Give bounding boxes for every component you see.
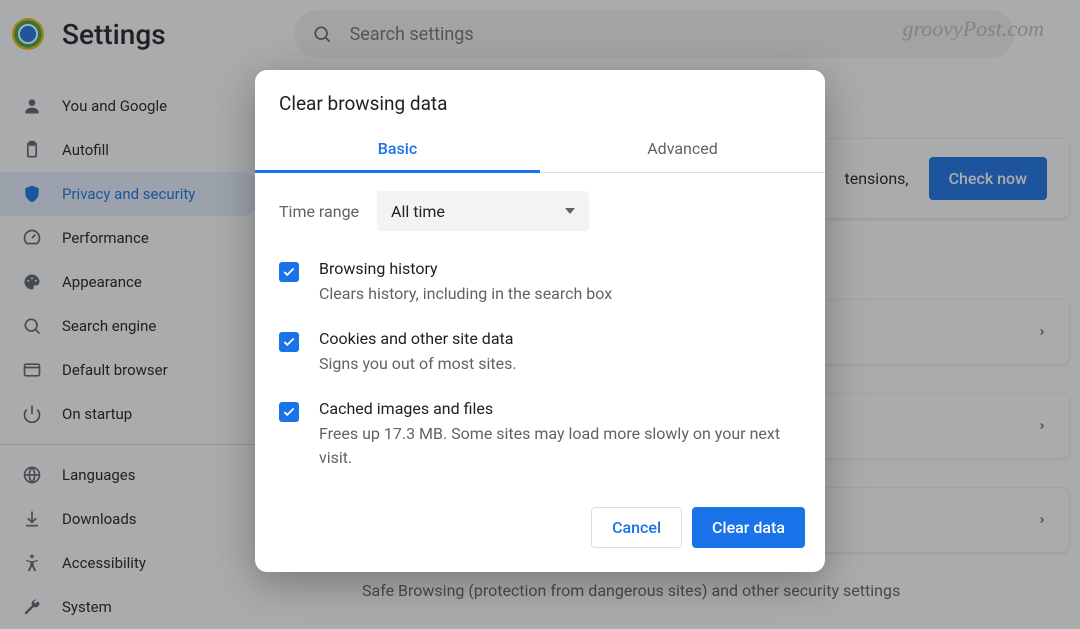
cancel-button[interactable]: Cancel: [591, 507, 682, 548]
clear-option: Cookies and other site data Signs you out…: [279, 319, 801, 389]
option-description: Frees up 17.3 MB. Some sites may load mo…: [319, 422, 789, 468]
checkbox[interactable]: [279, 402, 299, 422]
clear-option: Browsing history Clears history, includin…: [279, 249, 801, 319]
checkbox[interactable]: [279, 332, 299, 352]
time-range-select[interactable]: All time: [377, 191, 589, 231]
modal-scrim: Clear browsing data Basic Advanced Time …: [0, 0, 1080, 629]
tab-basic[interactable]: Basic: [255, 127, 540, 172]
chevron-down-icon: [565, 208, 575, 214]
option-title: Cached images and files: [319, 399, 789, 418]
time-range-value: All time: [391, 202, 445, 221]
dialog-tabs: Basic Advanced: [255, 127, 825, 173]
time-range-label: Time range: [279, 202, 359, 221]
option-title: Cookies and other site data: [319, 329, 517, 348]
tab-advanced[interactable]: Advanced: [540, 127, 825, 172]
clear-option: Cached images and files Frees up 17.3 MB.…: [279, 389, 801, 482]
clear-data-button[interactable]: Clear data: [692, 507, 805, 548]
option-description: Signs you out of most sites.: [319, 352, 517, 375]
option-title: Browsing history: [319, 259, 612, 278]
checkbox[interactable]: [279, 262, 299, 282]
option-description: Clears history, including in the search …: [319, 282, 612, 305]
clear-browsing-data-dialog: Clear browsing data Basic Advanced Time …: [255, 70, 825, 572]
dialog-title: Clear browsing data: [255, 70, 825, 127]
